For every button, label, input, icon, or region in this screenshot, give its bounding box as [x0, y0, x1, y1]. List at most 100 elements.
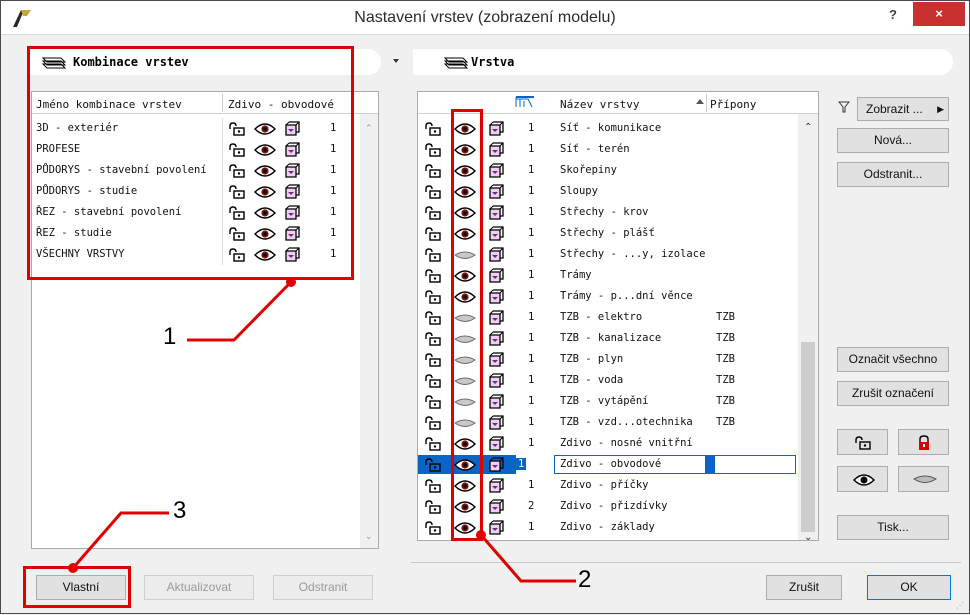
padlock-icon[interactable]: [424, 352, 444, 371]
layer-box-icon[interactable]: [488, 225, 506, 245]
padlock-icon[interactable]: [424, 373, 444, 392]
layer-name: Střechy - krov: [560, 206, 649, 218]
eye-open-icon: [853, 474, 875, 486]
layer-number: 1: [528, 395, 535, 407]
layer-number: 1: [528, 437, 535, 449]
layer-name: Střechy - plášť: [560, 227, 655, 239]
layer-number: 1: [528, 206, 535, 218]
annotation-box-combinations: [27, 46, 354, 280]
padlock-icon[interactable]: [424, 331, 444, 350]
divider: [411, 562, 961, 563]
layer-number: 1: [528, 269, 535, 281]
padlock-icon[interactable]: [424, 478, 444, 497]
layer-box-icon[interactable]: [488, 204, 506, 224]
unlock-all-button[interactable]: [837, 429, 888, 455]
layer-box-icon[interactable]: [488, 435, 506, 455]
column-header-layer-name[interactable]: Název vrstvy: [560, 98, 639, 111]
sort-ascending-icon: [696, 99, 704, 104]
layer-box-icon[interactable]: [488, 456, 506, 476]
padlock-icon[interactable]: [424, 121, 444, 140]
layer-box-icon[interactable]: [488, 519, 506, 539]
layer-name: Sloupy: [560, 185, 598, 197]
scroll-down-icon[interactable]: ⌄: [365, 532, 373, 542]
layer-box-icon[interactable]: [488, 330, 506, 350]
layer-box-icon[interactable]: [488, 351, 506, 371]
padlock-icon[interactable]: [424, 247, 444, 266]
zrusit-oznaceni-button[interactable]: Zrušit označení: [837, 381, 949, 406]
layer-number: 1: [528, 143, 535, 155]
layer-box-icon[interactable]: [488, 372, 506, 392]
zobrazit-label: Zobrazit ...: [866, 102, 923, 116]
extension-edit-field[interactable]: [714, 455, 796, 474]
layer-box-icon[interactable]: [488, 162, 506, 182]
lock-all-button[interactable]: [898, 429, 949, 455]
ok-button[interactable]: OK: [867, 575, 951, 600]
zobrazit-dropdown[interactable]: Zobrazit ... ▶: [857, 97, 949, 121]
help-button[interactable]: ?: [883, 7, 903, 25]
layer-name: Síť - terén: [560, 143, 630, 155]
layer-number: 1: [528, 374, 535, 386]
layer-number: 1: [528, 479, 535, 491]
layer-number: 1: [528, 290, 535, 302]
layer-number: 2: [528, 500, 535, 512]
layer-box-icon[interactable]: [488, 393, 506, 413]
panel-arrow-icon: [393, 59, 399, 63]
layer-box-icon[interactable]: [488, 141, 506, 161]
padlock-icon[interactable]: [424, 226, 444, 245]
layer-box-icon[interactable]: [488, 498, 506, 518]
layer-box-icon[interactable]: [488, 414, 506, 434]
scroll-down-icon[interactable]: ⌄: [804, 532, 812, 543]
show-all-button[interactable]: [837, 466, 888, 492]
layer-sort-icon: [515, 96, 534, 108]
layer-name: TZB - voda: [560, 374, 624, 386]
annotation-label-1: 1: [163, 323, 177, 350]
padlock-icon[interactable]: [424, 310, 444, 329]
layer-icon: [443, 57, 469, 69]
padlock-icon[interactable]: [424, 436, 444, 455]
layer-name: TZB - elektro: [560, 311, 643, 323]
layers-scrollbar[interactable]: ⌃ ⌄: [798, 114, 818, 543]
layer-box-icon[interactable]: [488, 246, 506, 266]
layer-number: 1: [528, 227, 535, 239]
oznacit-vsechno-button[interactable]: Označit všechno: [837, 347, 949, 372]
layer-box-icon[interactable]: [488, 288, 506, 308]
layer-box-icon[interactable]: [488, 183, 506, 203]
scroll-up-icon[interactable]: ⌃: [804, 122, 812, 133]
layer-box-icon[interactable]: [488, 309, 506, 329]
combinations-scrollbar[interactable]: ⌃ ⌄: [360, 114, 378, 548]
aktualizovat-button[interactable]: Aktualizovat: [144, 575, 254, 600]
padlock-icon[interactable]: [424, 394, 444, 413]
filter-icon: [838, 101, 850, 113]
zrusit-button[interactable]: Zrušit: [766, 575, 842, 600]
scroll-up-icon[interactable]: ⌃: [365, 124, 373, 134]
layer-name: Zdivo - nosné vnitřní: [560, 437, 693, 449]
padlock-icon[interactable]: [424, 205, 444, 224]
layer-header: Vrstva: [413, 49, 953, 75]
hide-all-button[interactable]: [898, 466, 949, 492]
padlock-icon[interactable]: [424, 457, 444, 476]
layer-box-icon[interactable]: [488, 267, 506, 287]
scroll-thumb[interactable]: [801, 342, 815, 532]
tisk-button[interactable]: Tisk...: [837, 515, 949, 540]
padlock-icon[interactable]: [424, 289, 444, 308]
layer-box-icon[interactable]: [488, 120, 506, 140]
padlock-icon[interactable]: [424, 142, 444, 161]
nova-button[interactable]: Nová...: [837, 128, 949, 153]
odstranit-layer-button[interactable]: Odstranit...: [837, 162, 949, 187]
padlock-icon[interactable]: [424, 163, 444, 182]
layer-number: 1: [528, 332, 535, 344]
locked-padlock-icon: [919, 435, 929, 450]
dropdown-arrow-icon: ▶: [937, 104, 944, 114]
layer-box-icon[interactable]: [488, 477, 506, 497]
padlock-icon[interactable]: [424, 520, 444, 539]
resize-grip-icon[interactable]: ⋰: [956, 601, 964, 610]
padlock-icon[interactable]: [424, 499, 444, 518]
odstranit-combination-button[interactable]: Odstranit: [273, 575, 373, 600]
padlock-icon[interactable]: [424, 415, 444, 434]
layer-name: Zdivo - přizdívky: [560, 500, 668, 512]
column-header-extension[interactable]: Přípony: [710, 98, 756, 111]
padlock-icon[interactable]: [424, 268, 444, 287]
padlock-icon[interactable]: [424, 184, 444, 203]
close-button[interactable]: ×: [913, 2, 965, 26]
layer-name: TZB - vytápění: [560, 395, 649, 407]
